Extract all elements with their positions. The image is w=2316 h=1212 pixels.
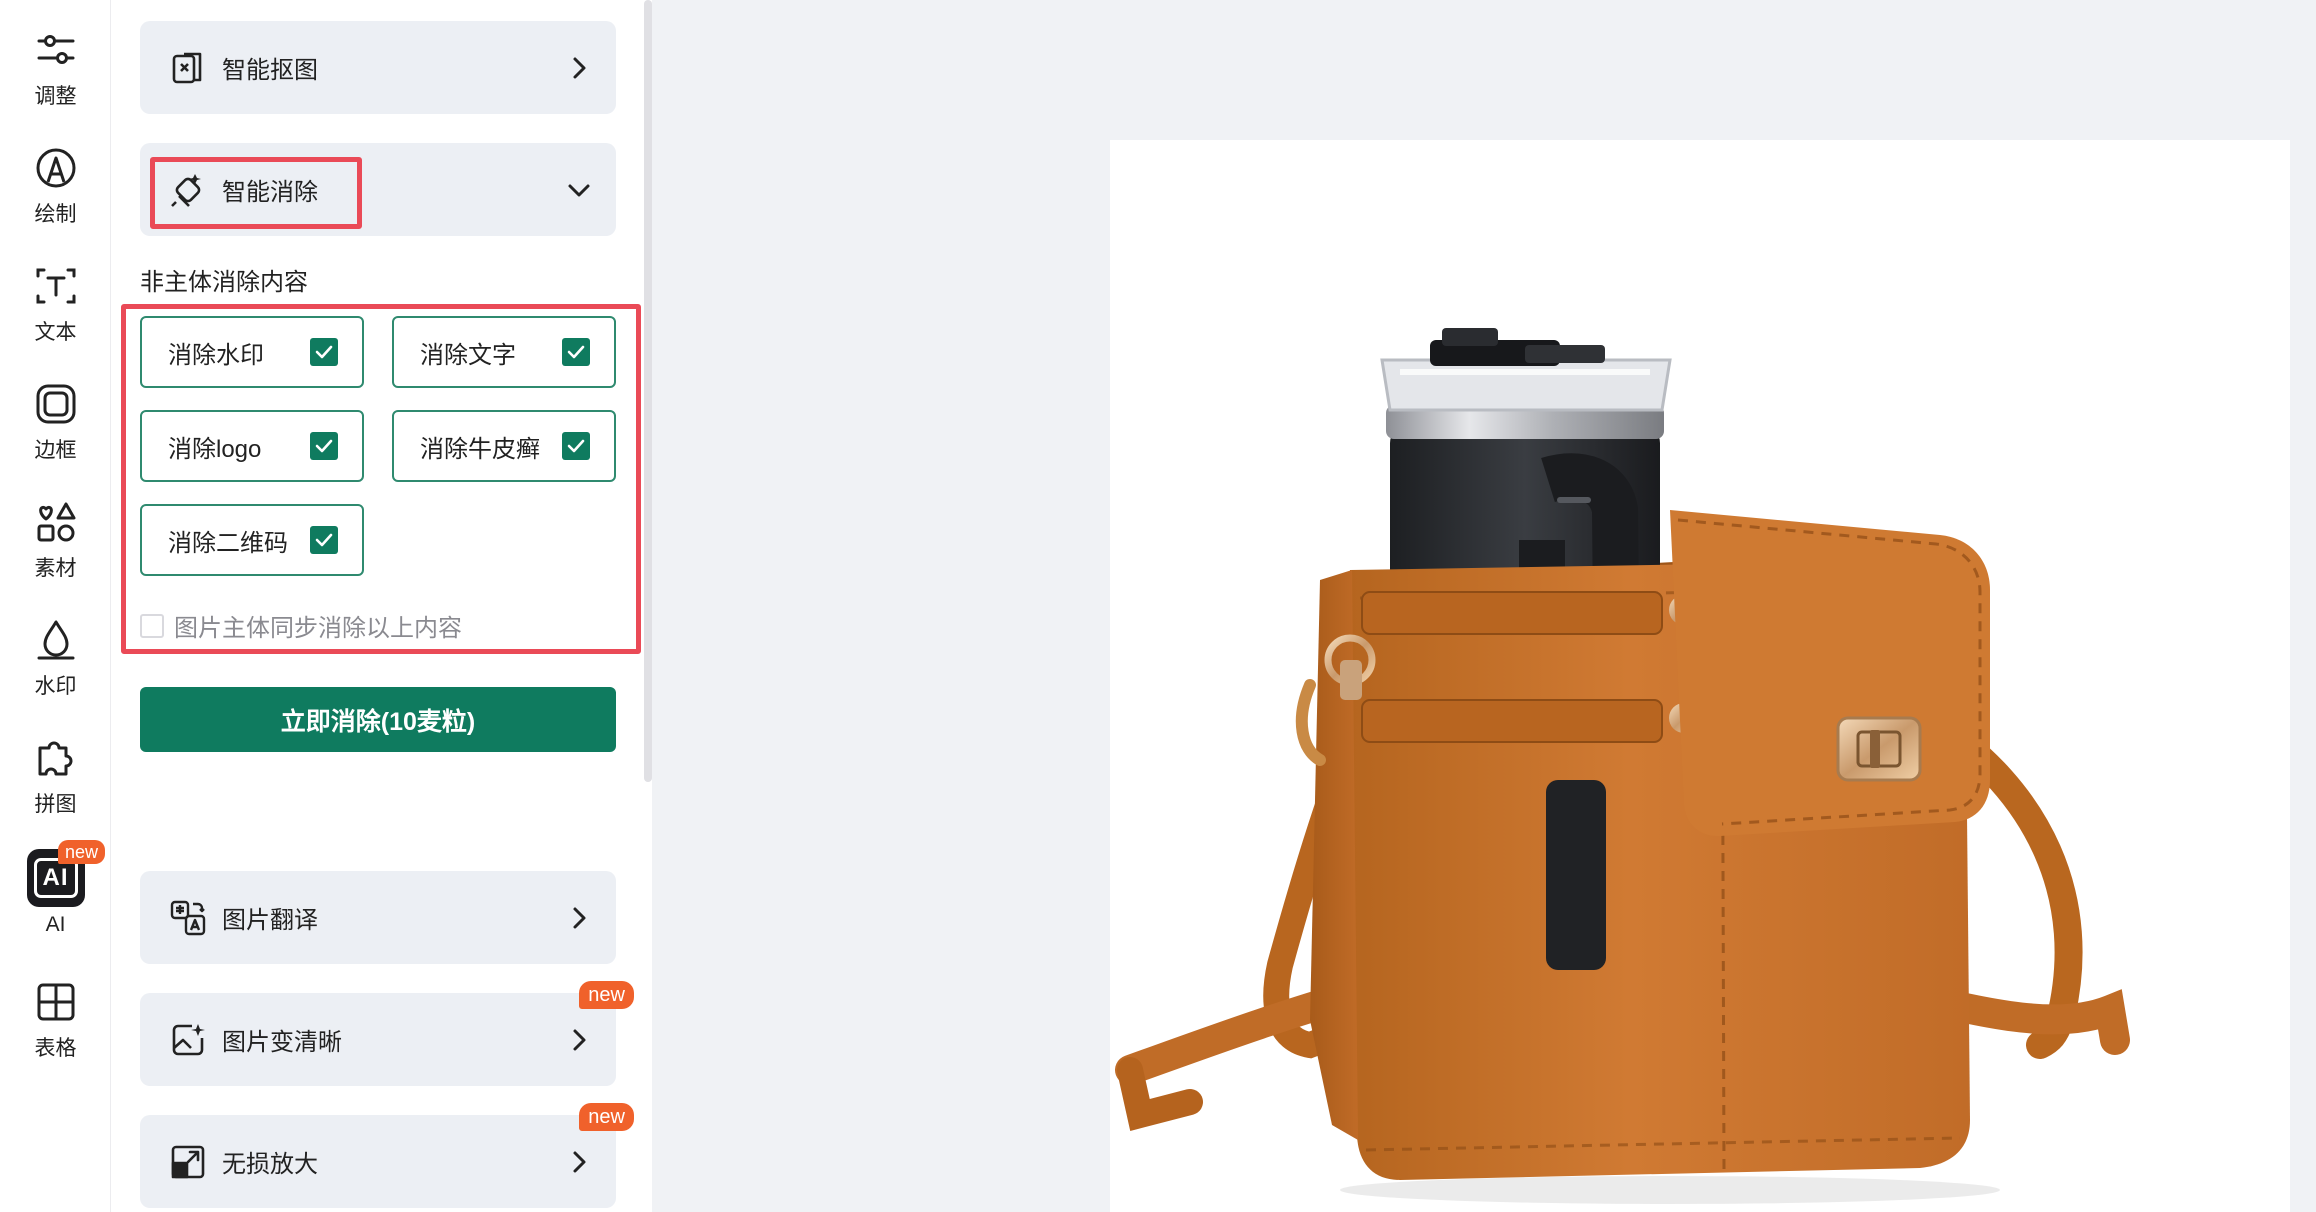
new-badge: new [58, 840, 106, 864]
rail-item-watermark[interactable]: 水印 [0, 598, 111, 708]
rail-item-adjust[interactable]: 调整 [0, 8, 111, 118]
sharpen-icon [172, 1023, 205, 1055]
ai-icon-glyph: AI [33, 858, 78, 898]
rail-label: 文本 [34, 321, 77, 344]
cutout-card[interactable]: 智能抠图 [140, 21, 616, 114]
rail-item-materials[interactable]: 素材 [0, 480, 111, 590]
frame-icon [36, 384, 75, 424]
new-badge: new [579, 981, 634, 1009]
checkbox-unchecked[interactable] [140, 613, 164, 638]
sync-erase-option[interactable]: 图片主体同步消除以上内容 [140, 608, 462, 643]
sync-label: 图片主体同步消除以上内容 [174, 615, 462, 642]
chevron-down-icon [568, 184, 590, 196]
rail-label: 绘制 [34, 203, 77, 226]
erase-now-button[interactable]: 立即消除(10麦粒) [140, 687, 616, 752]
panel-scrollbar[interactable] [644, 0, 652, 782]
check-icon [315, 439, 333, 453]
upscale-label: 无损放大 [222, 1151, 318, 1178]
option-remove-watermark[interactable]: 消除水印 [140, 316, 364, 388]
rail-label: 拼图 [34, 793, 77, 816]
upscale-card[interactable]: 无损放大 new [140, 1103, 634, 1208]
product-image [1115, 328, 2130, 1204]
shapes-icon [37, 502, 75, 542]
checkbox-checked[interactable] [310, 432, 338, 460]
checkbox-checked[interactable] [562, 432, 590, 460]
text-icon [36, 268, 75, 304]
check-icon [567, 439, 585, 453]
rail-label: 水印 [34, 675, 77, 698]
option-label: 消除牛皮癣 [420, 435, 540, 463]
puzzle-icon [38, 741, 72, 776]
option-label: 消除logo [168, 435, 262, 463]
translate-icon [170, 900, 206, 935]
rail-label: 边框 [34, 439, 77, 462]
eraser-icon [171, 173, 201, 207]
rail-item-table[interactable]: 表格 [0, 960, 111, 1070]
translate-label: 图片翻译 [222, 907, 318, 934]
rail-item-text[interactable]: 文本 [0, 244, 111, 354]
tool-rail: 调整 绘制 文本 边框 素材 水印 拼图 AI new AI 表格 [0, 0, 111, 1212]
translate-card[interactable]: 图片翻译 [140, 871, 616, 964]
rail-label: 素材 [34, 557, 77, 580]
rail-item-draw[interactable]: 绘制 [0, 126, 111, 236]
check-icon [567, 345, 585, 359]
erase-label: 智能消除 [222, 179, 318, 206]
rail-label: 调整 [34, 85, 77, 108]
cutout-label: 智能抠图 [222, 57, 318, 84]
rail-item-collage[interactable]: 拼图 [0, 716, 111, 826]
tools-panel: 智能抠图 智能消除 非主体消除内容 消除水印 消除文字 消除logo 消除牛皮癣… [112, 0, 648, 1212]
rail-label: 表格 [34, 1037, 77, 1060]
chevron-right-icon [573, 1029, 586, 1050]
section-label: 非主体消除内容 [140, 269, 308, 296]
chevron-right-icon [573, 57, 586, 78]
sliders-icon [37, 35, 74, 64]
new-badge: new [579, 1103, 634, 1131]
rail-label: AI [45, 913, 66, 936]
option-remove-logo[interactable]: 消除logo [140, 410, 364, 482]
option-label: 消除水印 [168, 341, 264, 369]
sharpen-label: 图片变清晰 [222, 1029, 342, 1056]
watermark-icon [37, 620, 74, 660]
sharpen-card[interactable]: 图片变清晰 new [140, 981, 634, 1086]
image-canvas[interactable] [1110, 140, 2290, 1212]
option-remove-qrcode[interactable]: 消除二维码 [140, 504, 364, 576]
table-icon [37, 983, 74, 1021]
check-icon [315, 533, 333, 547]
rail-item-ai[interactable]: AI new AI [0, 836, 111, 946]
option-label: 消除二维码 [168, 529, 288, 557]
option-remove-text[interactable]: 消除文字 [392, 316, 616, 388]
checkbox-checked[interactable] [562, 338, 590, 366]
chevron-right-icon [573, 1151, 586, 1172]
cutout-icon [172, 52, 202, 83]
erase-card[interactable]: 智能消除 [140, 143, 616, 236]
checkbox-checked[interactable] [310, 526, 338, 554]
canvas-area [652, 0, 2316, 1212]
rail-item-frame[interactable]: 边框 [0, 362, 111, 472]
option-remove-ads[interactable]: 消除牛皮癣 [392, 410, 616, 482]
upscale-icon [171, 1145, 205, 1178]
draw-icon [36, 148, 75, 188]
chevron-right-icon [573, 907, 586, 928]
check-icon [315, 345, 333, 359]
checkbox-checked[interactable] [310, 338, 338, 366]
option-label: 消除文字 [420, 341, 516, 369]
